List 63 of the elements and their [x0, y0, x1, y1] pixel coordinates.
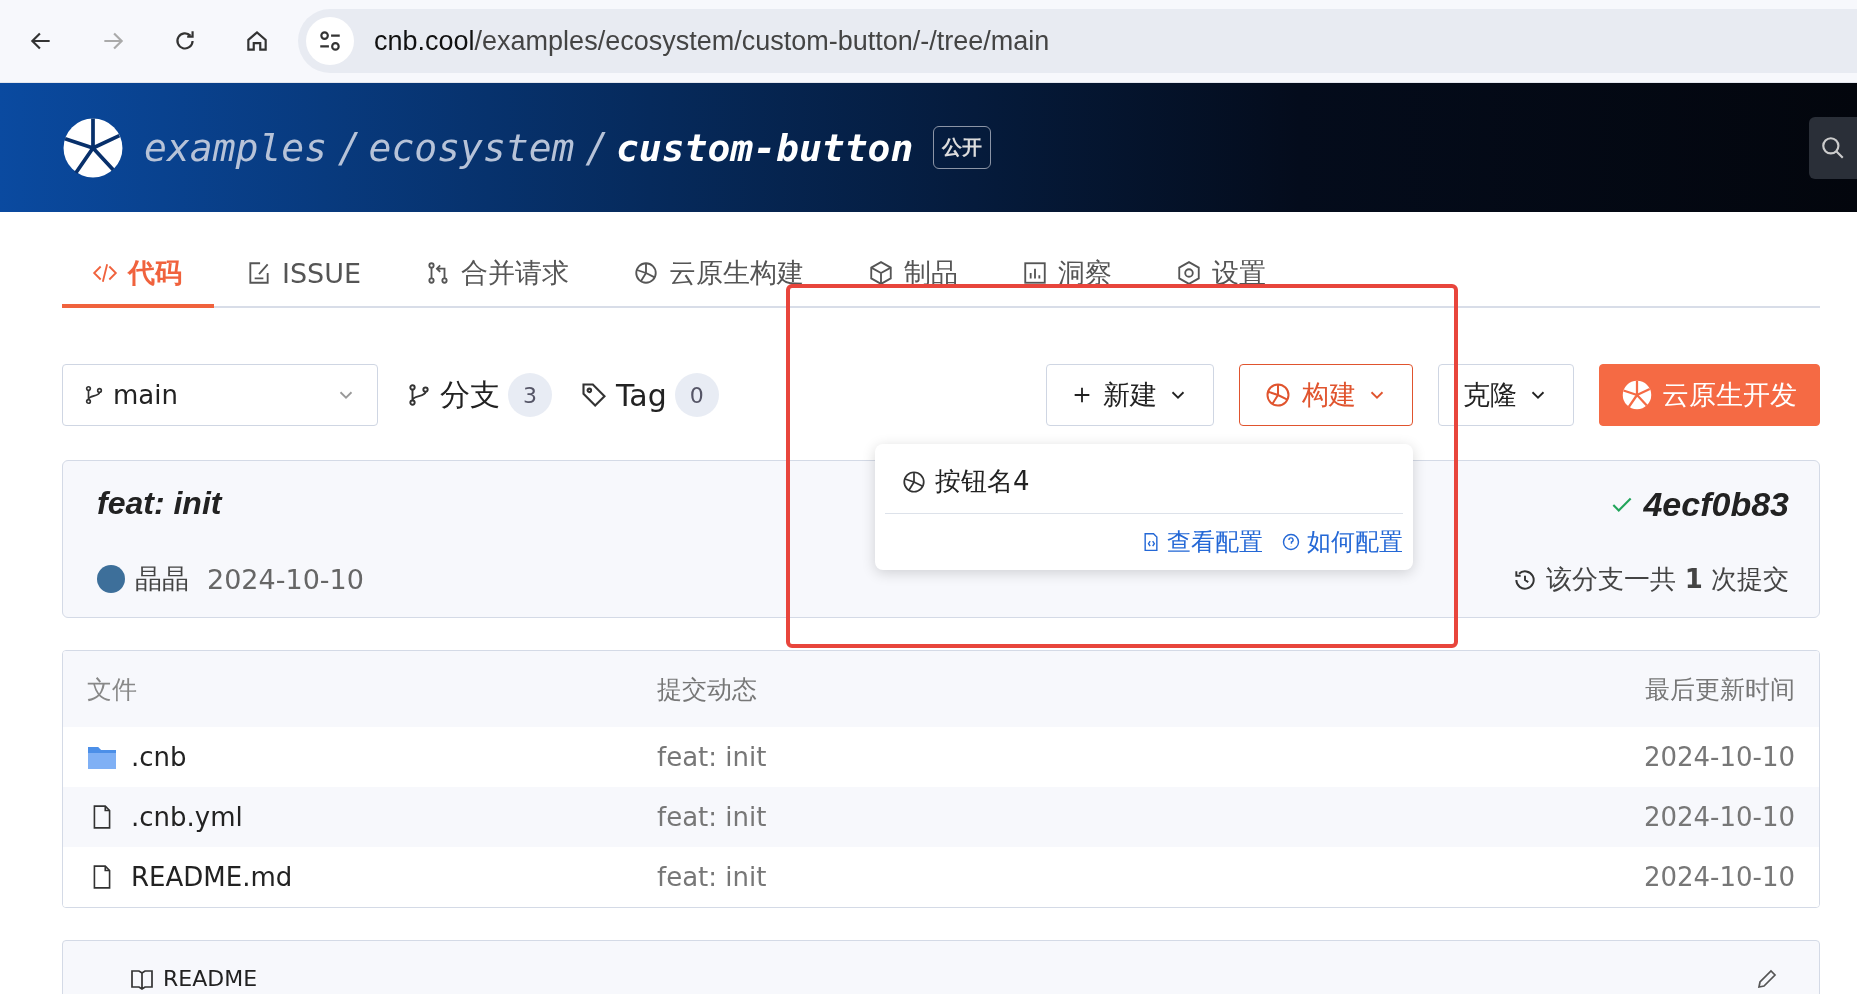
url-text: cnb.cool/examples/ecosystem/custom-button/-/tree/main — [374, 25, 1050, 57]
nav-tab[interactable]: 云原生构建 — [601, 242, 837, 308]
build-icon — [633, 260, 660, 286]
branches-link[interactable]: 分支 3 — [406, 373, 552, 417]
build-icon — [901, 468, 927, 495]
logo-icon — [1622, 380, 1652, 410]
nav-tab[interactable]: 合并请求 — [393, 242, 602, 308]
breadcrumb-link[interactable]: custom-button — [615, 125, 914, 170]
build-button[interactable]: 构建 — [1239, 364, 1413, 426]
nav-tab[interactable]: ISSUE — [214, 242, 394, 308]
count-badge: 3 — [508, 373, 552, 417]
readme-title: README — [163, 967, 258, 992]
edit-icon — [246, 260, 272, 286]
commit-date: 2024-10-10 — [207, 563, 364, 595]
commit-count-text[interactable]: 该分支一共 1 次提交 — [1546, 562, 1789, 597]
search-icon — [1820, 134, 1846, 161]
file-name-link[interactable]: .cnb — [131, 742, 187, 772]
home-icon[interactable] — [244, 28, 270, 54]
file-name-link[interactable]: README.md — [131, 862, 293, 892]
commit-message-link[interactable]: feat: init — [657, 802, 1644, 832]
tag-icon — [580, 381, 608, 409]
commit-message-link[interactable]: feat: init — [657, 742, 1644, 772]
nav-tab[interactable]: 设置 — [1144, 242, 1299, 308]
address-bar[interactable]: cnb.cool/examples/ecosystem/custom-button/-/tree/main — [298, 9, 1857, 73]
column-header: 最后更新时间 — [1645, 673, 1795, 706]
branch-select[interactable]: main — [62, 364, 378, 426]
help-link[interactable]: 如何配置 — [1281, 526, 1403, 558]
hexagon-gear-icon — [1176, 260, 1203, 286]
chart-icon — [1022, 260, 1049, 286]
column-header: 文件 — [87, 673, 138, 706]
avatar — [97, 565, 125, 593]
date-cell: 2024-10-10 — [1643, 742, 1795, 772]
breadcrumb-link[interactable]: examples — [144, 125, 328, 170]
new-button[interactable]: 新建 — [1046, 364, 1214, 426]
search-button[interactable] — [1809, 116, 1857, 179]
date-cell: 2024-10-10 — [1643, 862, 1795, 892]
date-cell: 2024-10-10 — [1643, 802, 1795, 832]
logo-icon — [62, 116, 124, 179]
code-file-icon — [1141, 532, 1161, 552]
nav-tab[interactable]: 制品 — [836, 242, 991, 308]
commit-hash[interactable]: 4ecf0b83 — [1643, 485, 1789, 524]
branch-icon — [83, 384, 105, 406]
folder-icon — [87, 744, 117, 770]
book-icon — [129, 967, 155, 991]
site-settings-icon[interactable] — [306, 17, 354, 65]
build-icon — [1264, 381, 1292, 409]
menu-item[interactable]: 按钮名4 — [885, 456, 1403, 514]
clone-button[interactable]: 克隆 — [1438, 364, 1574, 426]
file-name-link[interactable]: .cnb.yml — [131, 802, 243, 832]
branch-icon — [406, 382, 432, 408]
author-name[interactable]: 晶晶 — [135, 561, 189, 597]
cube-icon — [868, 260, 895, 286]
breadcrumb-link[interactable]: ecosystem — [368, 125, 575, 170]
pencil-icon[interactable] — [1755, 967, 1779, 991]
count-badge: 0 — [674, 373, 719, 417]
tags-link[interactable]: Tag 0 — [580, 373, 719, 417]
commit-message[interactable]: feat: init — [97, 485, 364, 522]
nav-tab[interactable]: 洞察 — [990, 242, 1145, 308]
commit-message-link[interactable]: feat: init — [657, 862, 1644, 892]
column-header: 提交动态 — [657, 673, 758, 706]
visibility-badge: 公开 — [933, 126, 992, 169]
help-icon — [1281, 532, 1301, 552]
view-config-link[interactable]: 查看配置 — [1141, 526, 1263, 558]
